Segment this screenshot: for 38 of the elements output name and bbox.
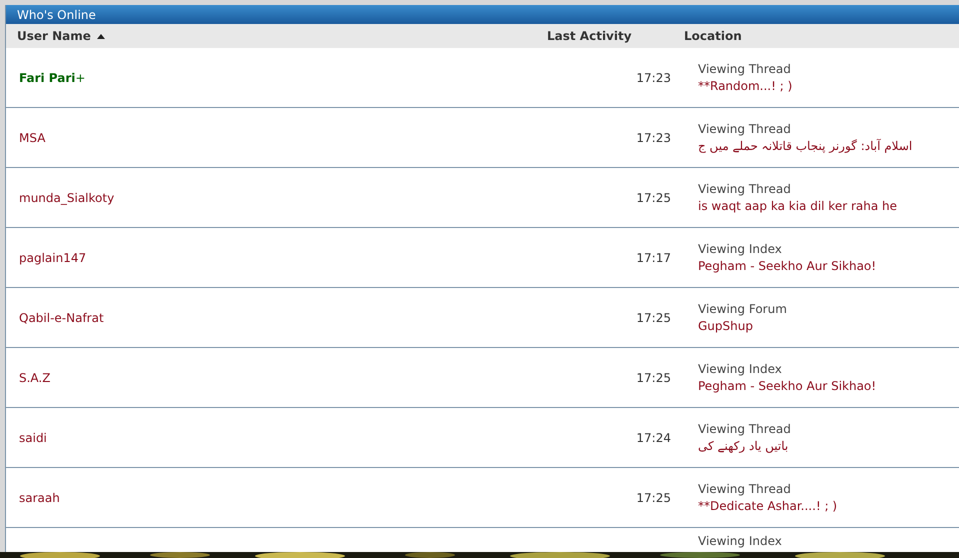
location-link[interactable]: is waqt aap ka kia dil ker raha he xyxy=(698,198,898,214)
last-activity-time: 17:23 xyxy=(636,130,671,144)
column-header[interactable]: User Name xyxy=(17,27,91,46)
last-activity-time: 17:25 xyxy=(636,490,671,504)
user-name-link[interactable]: Qabil-e-Nafrat xyxy=(19,310,104,324)
activity-text: Viewing Index xyxy=(698,240,782,258)
last-activity-time: 17:25 xyxy=(636,370,671,384)
activity-text: Viewing Thread xyxy=(698,480,791,498)
activity-text: Viewing Thread xyxy=(698,60,791,78)
user-name-link[interactable]: S.A.Z xyxy=(19,370,50,384)
activity-text: Viewing Forum xyxy=(698,300,787,318)
user-name-link[interactable]: paglain147 xyxy=(19,250,86,264)
last-activity-time: 17:25 xyxy=(636,310,671,324)
user-name-link[interactable]: Fari Pari+ xyxy=(19,70,86,84)
activity-text: Viewing Thread xyxy=(698,180,791,198)
user-name-link[interactable]: munda_Sialkoty xyxy=(19,190,114,204)
location-link[interactable]: **Dedicate Ashar....! ; ) xyxy=(698,498,838,514)
user-name-link[interactable]: saidi xyxy=(19,430,47,444)
column-header[interactable]: Location xyxy=(684,29,742,44)
location-link[interactable]: Pegham - Seekho Aur Sikhao! xyxy=(698,258,876,274)
location-link[interactable]: باتیں یاد رکھنے کی xyxy=(698,438,788,454)
activity-text: Viewing Index xyxy=(698,360,782,378)
user-name-link[interactable]: saraah xyxy=(19,490,60,504)
activity-text: Viewing Thread xyxy=(698,420,791,438)
location-link[interactable]: **Random...! ; ) xyxy=(698,78,792,94)
activity-text: Viewing Thread xyxy=(698,120,791,138)
last-activity-time: 17:25 xyxy=(636,190,671,204)
last-activity-time: 17:24 xyxy=(636,430,671,444)
activity-text: Viewing Index xyxy=(698,534,782,550)
sort-ascending-icon[interactable] xyxy=(96,34,105,39)
location-link[interactable]: Pegham - Seekho Aur Sikhao! xyxy=(698,378,876,394)
location-link[interactable]: اسلام آباد: گورنر پنجاب قاتلانہ حملے میں ج xyxy=(698,138,912,154)
column-header[interactable]: Last Activity xyxy=(547,29,632,44)
panel-title: Who's Online xyxy=(17,6,96,24)
last-activity-time: 17:23 xyxy=(636,70,671,84)
user-name-link[interactable]: MSA xyxy=(19,130,46,144)
location-link[interactable]: GupShup xyxy=(698,318,753,334)
last-activity-time: 17:17 xyxy=(636,250,671,264)
